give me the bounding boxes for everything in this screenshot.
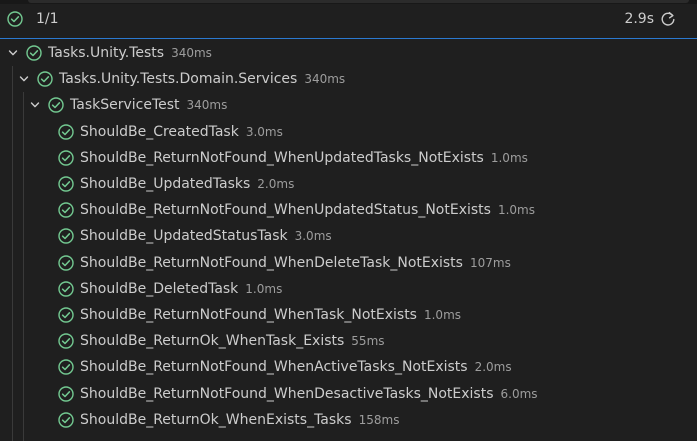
tree-item-duration: 107ms xyxy=(469,255,511,270)
pass-circle-icon xyxy=(57,306,75,324)
tree-item-duration: 340ms xyxy=(186,98,228,113)
test-item[interactable]: ShouldBe_ReturnNotFound_WhenDesactiveTas… xyxy=(0,380,697,406)
pass-circle-icon xyxy=(57,411,75,429)
test-summary-bar: 1/1 2.9s xyxy=(0,4,697,34)
test-item[interactable]: ShouldBe_ReturnNotFound_WhenUpdatedStatu… xyxy=(0,197,697,223)
tree-item-label: Tasks.Unity.Tests xyxy=(48,45,165,62)
tree-item-label: ShouldBe_ReturnNotFound_WhenDesactiveTas… xyxy=(80,385,494,402)
chevron-down-icon[interactable] xyxy=(16,71,32,87)
tree-item-label: ShouldBe_ReturnOk_WhenExists_Tasks xyxy=(80,411,352,428)
pass-circle-icon xyxy=(57,385,75,403)
tree-item-label: ShouldBe_ReturnNotFound_WhenUpdatedTasks… xyxy=(80,149,484,166)
pass-circle-icon xyxy=(47,96,65,114)
tree-item-duration: 1.0ms xyxy=(245,281,283,296)
test-item[interactable]: ShouldBe_ReturnNotFound_WhenDeleteTask_N… xyxy=(0,250,697,276)
focus-divider xyxy=(0,38,697,39)
tree-item-label: ShouldBe_ReturnNotFound_WhenDeleteTask_N… xyxy=(80,254,463,271)
test-item[interactable]: ShouldBe_UpdatedStatusTask 3.0ms xyxy=(0,223,697,249)
top-strip-lip xyxy=(28,0,689,3)
tree-group-2[interactable]: Tasks.Unity.Tests.Domain.Services 340ms xyxy=(0,66,697,92)
tree-item-duration: 55ms xyxy=(351,334,385,349)
tree-item-label: TaskServiceTest xyxy=(70,97,180,114)
test-item[interactable]: ShouldBe_ReturnNotFound_WhenActiveTasks_… xyxy=(0,354,697,380)
tree-item-label: ShouldBe_ReturnNotFound_WhenTask_NotExis… xyxy=(80,306,417,323)
pass-circle-icon xyxy=(57,175,75,193)
chevron-down-icon[interactable] xyxy=(27,97,43,113)
refresh-icon[interactable] xyxy=(659,10,677,28)
tree-item-duration: 2.0ms xyxy=(257,177,295,192)
tree-item-label: ShouldBe_ReturnNotFound_WhenActiveTasks_… xyxy=(80,359,468,376)
total-duration: 2.9s xyxy=(624,11,654,27)
tree-item-label: ShouldBe_CreatedTask xyxy=(80,123,239,140)
test-item[interactable]: ShouldBe_CreatedTask 3.0ms xyxy=(0,119,697,145)
tree-item-label: ShouldBe_DeletedTask xyxy=(80,280,239,297)
pass-circle-icon xyxy=(57,123,75,141)
tree-item-duration: 1.0ms xyxy=(497,203,535,218)
tree-item-duration: 340ms xyxy=(304,72,346,87)
test-item[interactable]: ShouldBe_ReturnOk_WhenExists_Tasks 158ms xyxy=(0,407,697,433)
summary-right: 2.9s xyxy=(624,4,677,34)
pass-circle-icon xyxy=(57,332,75,350)
tree-item-duration: 1.0ms xyxy=(423,307,462,322)
tree-item-duration: 1.0ms xyxy=(490,150,528,165)
tree-item-label: ShouldBe_ReturnNotFound_WhenUpdatedStatu… xyxy=(80,202,491,219)
test-item[interactable]: ShouldBe_UpdatedTasks 2.0ms xyxy=(0,171,697,197)
tree-item-duration: 158ms xyxy=(358,412,400,427)
pass-circle-icon xyxy=(25,44,43,62)
test-tree: Tasks.Unity.Tests 340ms Tasks.Unity.Tests.… xyxy=(0,40,697,441)
tree-group-1[interactable]: Tasks.Unity.Tests 340ms xyxy=(0,40,697,66)
test-count: 1/1 xyxy=(36,11,59,27)
tree-item-duration: 6.0ms xyxy=(500,386,538,401)
pass-circle-icon xyxy=(57,280,75,298)
pass-circle-icon xyxy=(57,227,75,245)
tree-item-duration: 3.0ms xyxy=(294,229,332,244)
chevron-down-icon[interactable] xyxy=(5,45,21,61)
pass-circle-icon xyxy=(57,149,75,167)
tree-group-3[interactable]: TaskServiceTest 340ms xyxy=(0,92,697,118)
pass-circle-icon xyxy=(57,201,75,219)
tree-item-label: ShouldBe_UpdatedStatusTask xyxy=(80,228,288,245)
indent-guide xyxy=(23,92,24,441)
tree-item-duration: 340ms xyxy=(171,46,212,61)
pass-circle-icon xyxy=(6,10,24,28)
pass-circle-icon xyxy=(57,254,75,272)
indent-guide xyxy=(12,66,13,441)
tree-item-label: Tasks.Unity.Tests.Domain.Services xyxy=(59,71,298,88)
test-item[interactable]: ShouldBe_ReturnNotFound_WhenTask_NotExis… xyxy=(0,302,697,328)
test-item[interactable]: ShouldBe_ReturnOk_WhenTask_Exists 55ms xyxy=(0,328,697,354)
pass-circle-icon xyxy=(57,358,75,376)
tree-item-label: ShouldBe_UpdatedTasks xyxy=(80,176,251,193)
pass-circle-icon xyxy=(36,70,54,88)
test-item[interactable]: ShouldBe_ReturnNotFound_WhenUpdatedTasks… xyxy=(0,145,697,171)
tree-item-duration: 3.0ms xyxy=(245,124,283,139)
tree-item-duration: 2.0ms xyxy=(474,360,512,375)
test-item[interactable]: ShouldBe_DeletedTask 1.0ms xyxy=(0,276,697,302)
tree-item-label: ShouldBe_ReturnOk_WhenTask_Exists xyxy=(80,333,345,350)
